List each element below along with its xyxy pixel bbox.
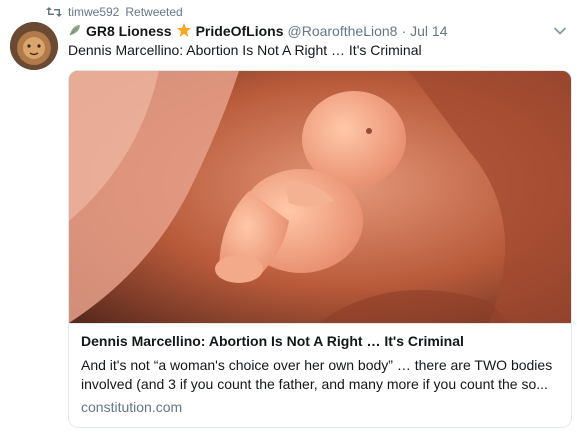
star-icon	[176, 22, 192, 41]
tweet-timestamp[interactable]: Jul 14	[410, 23, 447, 39]
card-domain[interactable]: constitution.com	[81, 398, 559, 416]
avatar-image	[10, 22, 58, 70]
chevron-down-icon[interactable]	[553, 24, 567, 38]
user-handle[interactable]: @RoaroftheLion8	[288, 23, 398, 39]
card-image[interactable]	[69, 71, 571, 323]
tweet-header: GR8 Lioness PrideOfLions @RoaroftheLion8…	[68, 20, 547, 42]
retweet-icon	[46, 6, 62, 18]
retweet-label: Retweeted	[125, 5, 183, 19]
link-card[interactable]: Dennis Marcellino: Abortion Is Not A Rig…	[68, 70, 572, 428]
card-description: And it's not “a woman's choice over her …	[81, 357, 553, 392]
retweet-context: timwe592 Retweeted	[46, 4, 183, 20]
tweet-text: Dennis Marcellino: Abortion Is Not A Rig…	[68, 42, 422, 58]
separator-dot: ·	[401, 23, 407, 39]
display-name-part2[interactable]: PrideOfLions	[196, 23, 284, 39]
card-title[interactable]: Dennis Marcellino: Abortion Is Not A Rig…	[81, 332, 559, 350]
retweeter-name[interactable]: timwe592	[68, 5, 119, 19]
leaf-icon	[68, 23, 82, 40]
card-body[interactable]: Dennis Marcellino: Abortion Is Not A Rig…	[69, 323, 571, 427]
avatar[interactable]	[10, 22, 58, 70]
fetus-model-in-hands-image	[69, 71, 571, 323]
display-name-part1[interactable]: GR8 Lioness	[86, 23, 172, 39]
